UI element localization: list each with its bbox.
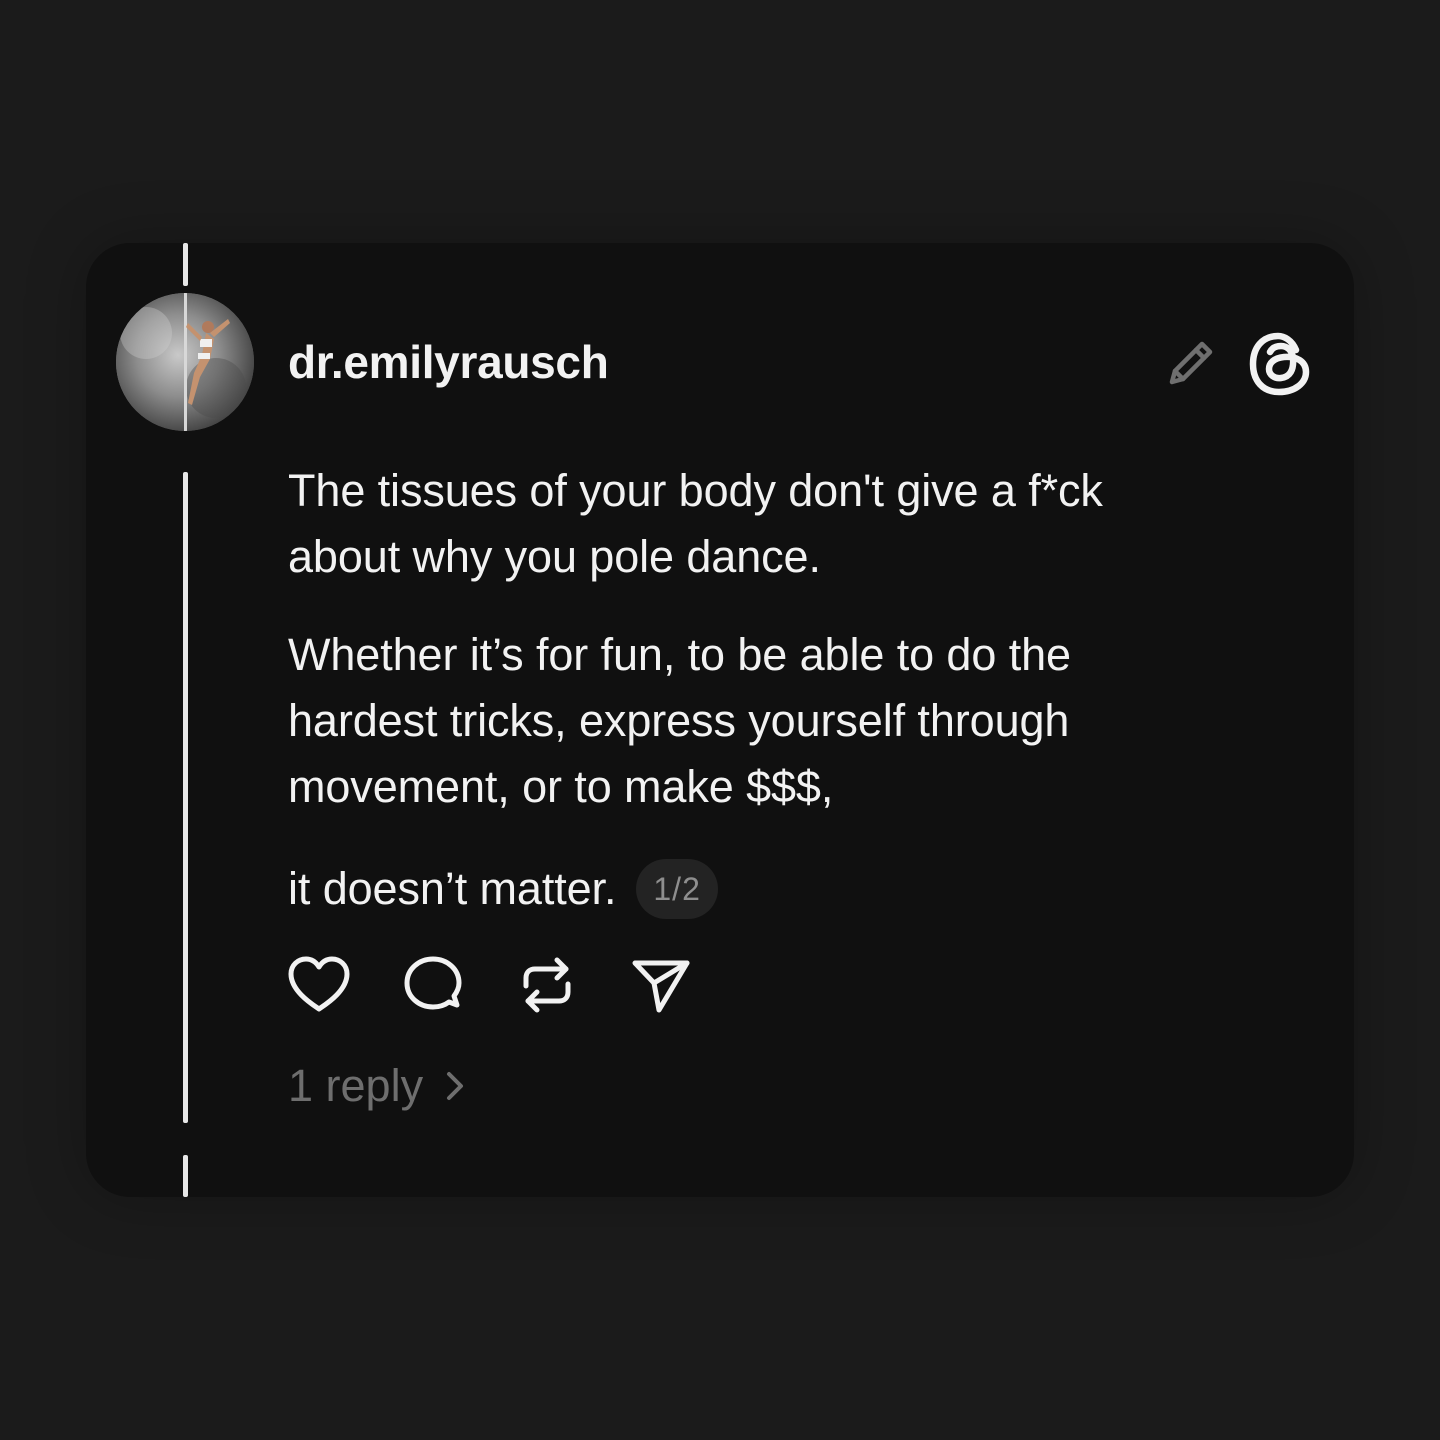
paragraph-2: Whether it’s for fun, to be able to do t… — [288, 622, 1248, 820]
comment-button[interactable] — [400, 952, 466, 1018]
avatar-image — [116, 293, 254, 431]
text-line: hardest tricks, express yourself through — [288, 695, 1070, 746]
repost-button[interactable] — [514, 952, 580, 1018]
thread-line-bottom — [183, 1155, 188, 1197]
page: dr.emilyrausch The tissues of your body … — [0, 0, 1440, 1440]
share-button[interactable] — [628, 952, 694, 1018]
text-line: The tissues of your body don't give a f*… — [288, 465, 1103, 516]
post-text: The tissues of your body don't give a f*… — [288, 458, 1248, 922]
username[interactable]: dr.emilyrausch — [288, 334, 609, 390]
send-icon — [632, 960, 690, 1013]
page-indicator-badge: 1/2 — [636, 859, 718, 919]
threads-logo-icon[interactable] — [1244, 328, 1316, 400]
text-line: about why you pole dance. — [288, 531, 821, 582]
paragraph-3: it doesn’t matter. 1/2 — [288, 856, 1248, 922]
text-line: movement, or to make $$$, — [288, 761, 834, 812]
pencil-icon[interactable] — [1162, 334, 1220, 392]
chevron-right-icon — [445, 1069, 465, 1103]
text-line: Whether it’s for fun, to be able to do t… — [288, 629, 1071, 680]
heart-icon — [288, 956, 350, 1012]
avatar[interactable] — [116, 293, 254, 431]
paragraph-1: The tissues of your body don't give a f*… — [288, 458, 1248, 590]
reply-count: 1 reply — [288, 1060, 424, 1111]
like-button[interactable] — [286, 952, 352, 1018]
text-line: it doesn’t matter. — [288, 863, 617, 914]
action-bar — [286, 950, 742, 1020]
replies-link[interactable]: 1 reply — [288, 1056, 465, 1116]
thread-line — [183, 472, 188, 1123]
comment-bubble-icon — [404, 956, 462, 1010]
thread-line-top — [183, 243, 188, 286]
repost-icon — [523, 957, 571, 1013]
